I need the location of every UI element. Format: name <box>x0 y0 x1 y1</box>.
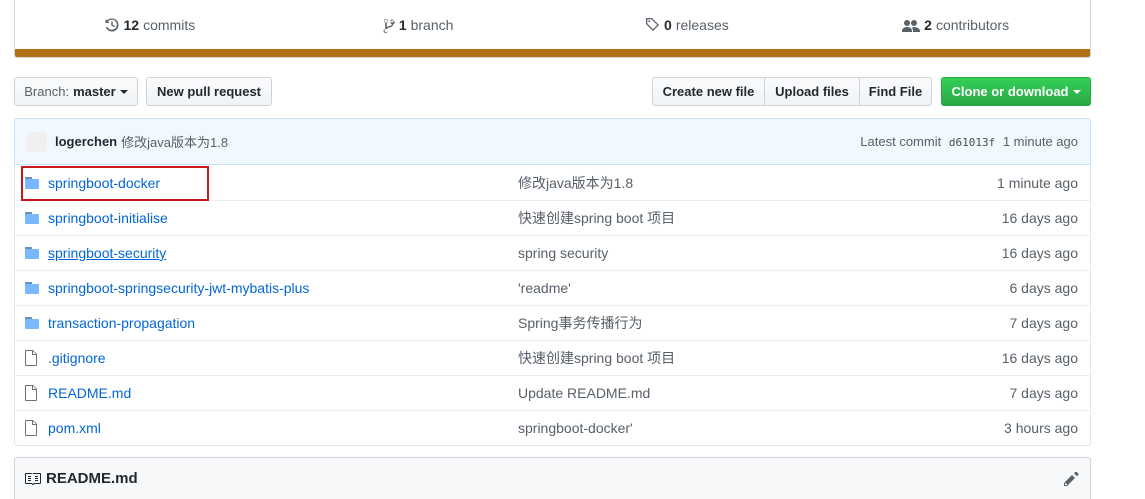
book-icon <box>25 472 41 485</box>
latest-commit-bar: logerchen 修改java版本为1.8 Latest commit d61… <box>14 118 1091 165</box>
history-icon <box>105 17 119 31</box>
file-commit-message[interactable]: 快速创建spring boot 项目 <box>518 348 918 368</box>
file-commit-message[interactable]: springboot-docker' <box>518 420 918 436</box>
table-row: springboot-docker 修改java版本为1.8 1 minute … <box>15 165 1090 200</box>
table-row: springboot-springsecurity-jwt-mybatis-pl… <box>15 270 1090 305</box>
file-commit-message[interactable]: 'readme' <box>518 280 918 296</box>
file-age: 7 days ago <box>1009 315 1079 331</box>
contributors-count: 2 <box>924 16 932 33</box>
tag-icon <box>646 17 660 31</box>
table-row: .gitignore 快速创建spring boot 项目 16 days ag… <box>15 340 1090 375</box>
commit-message[interactable]: 修改java版本为1.8 <box>121 132 228 151</box>
commit-sha[interactable]: d61013f <box>949 136 995 149</box>
file-icon <box>25 385 37 401</box>
file-age: 16 days ago <box>1001 245 1078 261</box>
file-commit-message[interactable]: Update README.md <box>518 385 918 401</box>
folder-icon <box>25 212 39 224</box>
find-file-button[interactable]: Find File <box>859 77 932 106</box>
folder-icon <box>25 247 39 259</box>
upload-files-button[interactable]: Upload files <box>764 77 860 106</box>
releases-link[interactable]: 0 releases <box>553 17 822 33</box>
table-row: springboot-initialise 快速创建spring boot 项目… <box>15 200 1090 235</box>
contributors-link[interactable]: 2 contributors <box>821 17 1090 33</box>
clone-or-download-button[interactable]: Clone or download <box>941 77 1091 106</box>
file-name-link[interactable]: README.md <box>48 385 518 401</box>
commit-age: 1 minute ago <box>1002 134 1078 149</box>
readme-title: README.md <box>46 470 138 487</box>
file-name-link[interactable]: pom.xml <box>48 420 518 436</box>
branch-icon <box>383 18 395 33</box>
contributors-label: contributors <box>935 16 1010 33</box>
branches-label: branch <box>410 16 454 33</box>
caret-down-icon <box>119 89 128 94</box>
commits-label: commits <box>143 16 196 33</box>
folder-icon <box>25 282 39 294</box>
file-age: 1 minute ago <box>997 174 1078 191</box>
new-pull-request-button[interactable]: New pull request <box>146 77 272 106</box>
latest-commit-info: Latest commit d61013f 1 minute ago <box>860 134 1078 149</box>
file-name-link[interactable]: .gitignore <box>48 350 518 366</box>
file-age: 7 days ago <box>1009 385 1079 401</box>
commits-count: 12 <box>123 16 140 33</box>
file-name-link[interactable]: springboot-docker <box>48 175 518 191</box>
file-name-link[interactable]: springboot-security <box>48 245 518 261</box>
branch-name: master <box>73 84 116 99</box>
commit-author[interactable]: logerchen <box>55 134 117 149</box>
folder-icon <box>25 176 39 189</box>
folder-icon <box>25 317 39 329</box>
latest-commit-label: Latest commit <box>860 134 942 149</box>
releases-count: 0 <box>664 16 672 33</box>
clone-label: Clone or download <box>951 84 1069 99</box>
commits-link[interactable]: 12 commits <box>15 17 284 33</box>
file-commit-message[interactable]: Spring事务传播行为 <box>518 313 918 333</box>
people-icon <box>902 19 921 32</box>
file-commit-message[interactable]: spring security <box>518 245 918 261</box>
file-commit-message[interactable]: 修改java版本为1.8 <box>518 173 918 193</box>
edit-readme-button[interactable] <box>1064 471 1080 487</box>
branch-select-button[interactable]: Branch: master <box>14 77 138 106</box>
table-row: pom.xml springboot-docker' 3 hours ago <box>15 410 1090 445</box>
caret-down-icon <box>1072 89 1081 94</box>
branches-count: 1 <box>398 16 407 33</box>
table-row: transaction-propagation Spring事务传播行为 7 d… <box>15 305 1090 340</box>
branch-prefix: Branch: <box>24 84 70 99</box>
file-icon <box>25 350 37 366</box>
branches-link[interactable]: 1 branch <box>284 17 553 33</box>
table-row: springboot-security spring security 16 d… <box>15 235 1090 270</box>
file-age: 16 days ago <box>1001 210 1078 226</box>
file-commit-message[interactable]: 快速创建spring boot 项目 <box>518 208 918 228</box>
file-age: 16 days ago <box>1001 350 1078 366</box>
file-icon <box>25 420 37 436</box>
table-row: README.md Update README.md 7 days ago <box>15 375 1090 410</box>
language-bar[interactable] <box>15 49 1090 57</box>
file-age: 3 hours ago <box>1004 420 1078 436</box>
file-name-link[interactable]: springboot-springsecurity-jwt-mybatis-pl… <box>48 280 518 296</box>
releases-label: releases <box>675 16 729 33</box>
file-name-link[interactable]: transaction-propagation <box>48 315 518 331</box>
pencil-icon <box>1064 471 1079 486</box>
avatar[interactable] <box>27 131 47 152</box>
readme-header: README.md <box>14 457 1091 499</box>
file-name-link[interactable]: springboot-initialise <box>48 210 518 226</box>
file-age: 6 days ago <box>1009 280 1079 296</box>
file-list: springboot-docker 修改java版本为1.8 1 minute … <box>14 165 1091 446</box>
numbers-summary: 12 commits 1 branch 0 releases 2 contrib… <box>14 0 1091 58</box>
create-new-file-button[interactable]: Create new file <box>652 77 765 106</box>
